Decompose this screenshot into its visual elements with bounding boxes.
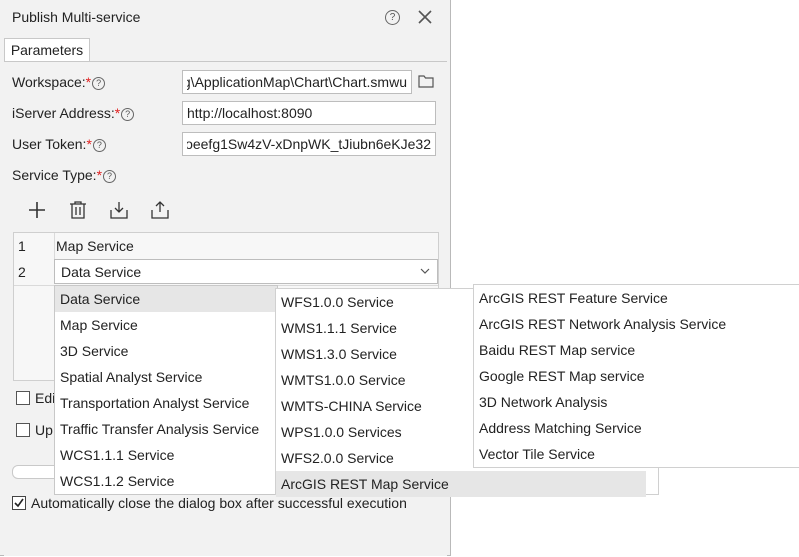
service-type-dropdown-column-3: ArcGIS REST Feature Service ArcGIS REST … [473, 284, 799, 468]
combo-value: Data Service [61, 264, 142, 280]
iserver-help-icon[interactable]: ? [121, 108, 135, 121]
edit-checkbox[interactable] [16, 391, 30, 405]
service-type-help-icon[interactable]: ? [103, 170, 117, 183]
menu-item-3d-service[interactable]: 3D Service [55, 338, 277, 364]
add-icon[interactable] [26, 200, 48, 220]
help-icon[interactable]: ? [385, 10, 400, 25]
dialog-title: Publish Multi-service [12, 9, 141, 25]
service-type-dropdown: Data Service Map Service 3D Service Spat… [54, 285, 278, 495]
menu-item-arcgis-rest-map[interactable]: ArcGIS REST Map Service [276, 471, 646, 497]
menu-item-vector-tile[interactable]: Vector Tile Service [474, 441, 799, 467]
chevron-down-icon[interactable] [419, 265, 431, 277]
export-icon[interactable] [149, 200, 171, 220]
menu-item-baidu-rest-map[interactable]: Baidu REST Map service [474, 337, 799, 363]
row-value: Map Service [56, 238, 134, 254]
menu-item-transportation-analyst[interactable]: Transportation Analyst Service [55, 390, 277, 416]
workspace-help-icon[interactable]: ? [92, 77, 106, 90]
table-row[interactable]: 2 Data Service [14, 259, 438, 286]
menu-item-google-rest-map[interactable]: Google REST Map service [474, 363, 799, 389]
tab-parameters[interactable]: Parameters [4, 38, 90, 63]
edit-label: Edi [35, 390, 56, 406]
token-help-icon[interactable]: ? [92, 139, 106, 152]
menu-item-wcs111[interactable]: WCS1.1.1 Service [55, 442, 277, 468]
menu-item-address-matching[interactable]: Address Matching Service [474, 415, 799, 441]
menu-item-wcs112[interactable]: WCS1.1.2 Service [55, 468, 277, 494]
menu-item-map-service[interactable]: Map Service [55, 312, 277, 338]
user-token-field[interactable] [182, 132, 436, 156]
menu-item-spatial-analyst[interactable]: Spatial Analyst Service [55, 364, 277, 390]
row-index: 2 [18, 264, 26, 280]
close-icon[interactable] [416, 8, 434, 26]
auto-close-checkbox[interactable] [12, 496, 26, 510]
delete-icon[interactable] [67, 200, 89, 220]
import-icon[interactable] [108, 200, 130, 220]
service-type-combo[interactable]: Data Service [54, 259, 438, 284]
iserver-label: iServer Address:*? [12, 105, 135, 121]
row-index: 1 [18, 238, 26, 254]
upload-checkbox[interactable] [16, 423, 30, 437]
folder-icon[interactable] [418, 74, 434, 88]
menu-item-3d-network-analysis[interactable]: 3D Network Analysis [474, 389, 799, 415]
auto-close-label: Automatically close the dialog box after… [31, 495, 407, 511]
workspace-field[interactable] [182, 70, 412, 94]
token-label: User Token:*? [12, 136, 106, 152]
menu-item-traffic-transfer[interactable]: Traffic Transfer Analysis Service [55, 416, 277, 442]
menu-item-arcgis-rest-feature[interactable]: ArcGIS REST Feature Service [474, 285, 799, 311]
iserver-address-field[interactable] [182, 101, 436, 125]
table-row[interactable]: 1 Map Service [14, 233, 438, 260]
workspace-label: Workspace:*? [12, 74, 106, 90]
service-type-label: Service Type:*? [12, 167, 117, 183]
upload-label: Up [35, 422, 53, 438]
menu-item-arcgis-rest-network[interactable]: ArcGIS REST Network Analysis Service [474, 311, 799, 337]
menu-item-data-service[interactable]: Data Service [55, 286, 277, 312]
